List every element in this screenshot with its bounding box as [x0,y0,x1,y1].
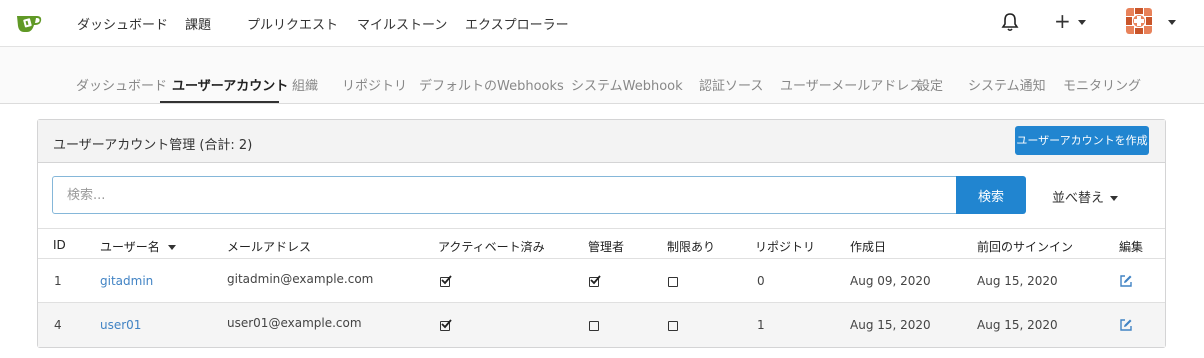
chevron-down-icon[interactable] [1078,20,1086,25]
col-activated[interactable]: アクティベート済み [438,238,545,255]
cell-created: Aug 09, 2020 [850,274,931,288]
col-id[interactable]: ID [53,238,66,252]
table-row: 1 gitadmin gitadmin@example.com 0 Aug 09… [38,259,1165,303]
bell-icon[interactable] [1001,12,1019,32]
panel-title: ユーザーアカウント管理 (合計: 2) [53,138,253,153]
tab-user-accounts[interactable]: ユーザーアカウント [172,75,288,94]
admin-checkbox-icon [589,321,599,331]
sort-label: 並べ替え [1052,191,1105,206]
tab-settings[interactable]: 設定 [917,75,943,94]
table-header: ID ユーザー名 メールアドレス アクティベート済み 管理者 制限あり リポジト… [38,228,1165,259]
chevron-down-icon [167,245,176,250]
top-navbar: ダッシュボード 課題 プルリクエスト マイルストーン エクスプローラー + [0,0,1204,47]
col-username[interactable]: ユーザー名 [100,238,176,255]
nav-milestones[interactable]: マイルストーン [357,14,447,33]
plus-icon[interactable]: + [1054,9,1071,33]
cell-email: gitadmin@example.com [227,272,374,286]
nav-pull-requests[interactable]: プルリクエスト [247,14,338,33]
admin-tabs: ダッシュボード ユーザーアカウント 組織 リポジトリ デフォルトのWebhook… [0,47,1204,104]
panel-header: ユーザーアカウント管理 (合計: 2) ユーザーアカウントを作成 [38,120,1165,163]
tab-default-webhooks[interactable]: デフォルトのWebhooks [419,75,564,94]
col-created[interactable]: 作成日 [850,238,886,255]
tab-dashboard[interactable]: ダッシュボード [76,75,167,94]
tab-auth-sources[interactable]: 認証ソース [699,75,763,94]
username-link[interactable]: gitadmin [100,274,153,288]
create-user-button[interactable]: ユーザーアカウントを作成 [1015,126,1149,155]
restricted-checkbox-icon [668,321,678,331]
nav-issues[interactable]: 課題 [185,14,211,33]
gitea-logo-icon[interactable] [15,10,43,34]
tab-organizations[interactable]: 組織 [292,75,318,94]
cell-repos: 1 [757,318,765,332]
restricted-checkbox-icon [668,277,678,287]
cell-email: user01@example.com [227,316,362,330]
nav-dashboard[interactable]: ダッシュボード [77,14,168,33]
tab-repositories[interactable]: リポジトリ [342,75,407,94]
tab-system-notices[interactable]: システム通知 [968,75,1046,94]
nav-explore[interactable]: エクスプローラー [465,14,569,33]
table-row: 4 user01 user01@example.com 1 Aug 15, 20… [38,303,1165,347]
tab-user-emails[interactable]: ユーザーメールアドレス [780,75,922,94]
col-admin[interactable]: 管理者 [588,238,624,255]
avatar-icon[interactable] [1126,8,1152,34]
col-email[interactable]: メールアドレス [227,238,311,255]
cell-id: 1 [54,274,62,288]
chevron-down-icon[interactable] [1168,20,1176,25]
cell-id: 4 [54,318,62,332]
admin-checkbox-icon [589,275,601,287]
col-restricted[interactable]: 制限あり [667,238,715,255]
col-edit: 編集 [1119,240,1144,254]
col-repos[interactable]: リポジトリ [755,238,815,255]
cell-last-signin: Aug 15, 2020 [977,274,1058,288]
edit-icon[interactable] [1119,274,1133,288]
tab-monitoring[interactable]: モニタリング [1063,75,1141,94]
tab-system-webhook[interactable]: システムWebhook [571,75,683,94]
cell-last-signin: Aug 15, 2020 [977,318,1058,332]
search-input[interactable] [52,176,957,214]
col-username-label: ユーザー名 [100,240,160,254]
active-tab-indicator [160,101,279,103]
col-last-signin[interactable]: 前回のサインイン [977,238,1073,255]
search-button[interactable]: 検索 [956,176,1026,214]
activated-checkbox-icon [440,319,452,331]
activated-checkbox-icon [440,275,452,287]
edit-icon[interactable] [1119,318,1133,332]
chevron-down-icon [1110,196,1119,201]
username-link[interactable]: user01 [100,318,141,332]
cell-created: Aug 15, 2020 [850,318,931,332]
user-accounts-panel: ユーザーアカウント管理 (合計: 2) ユーザーアカウントを作成 検索 並べ替え… [37,119,1166,348]
cell-repos: 0 [757,274,765,288]
sort-dropdown[interactable]: 並べ替え [1052,187,1119,206]
